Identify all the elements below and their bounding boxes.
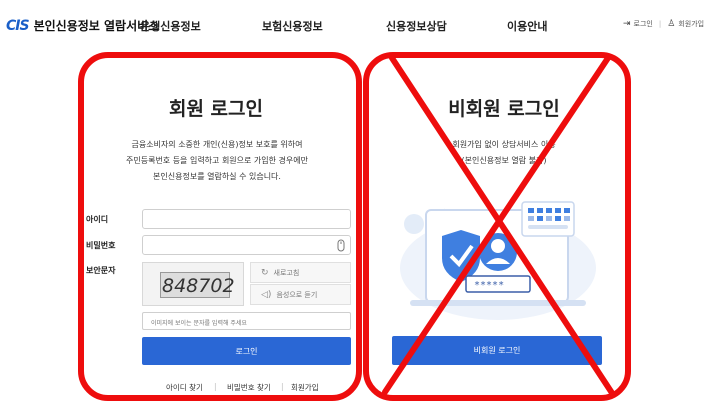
page: CIS 본인신용정보 열람서비스 은행신용정보 보험신용정보 신용정보상담 이용…: [0, 0, 720, 405]
annotation-cross-mark: [382, 55, 615, 396]
